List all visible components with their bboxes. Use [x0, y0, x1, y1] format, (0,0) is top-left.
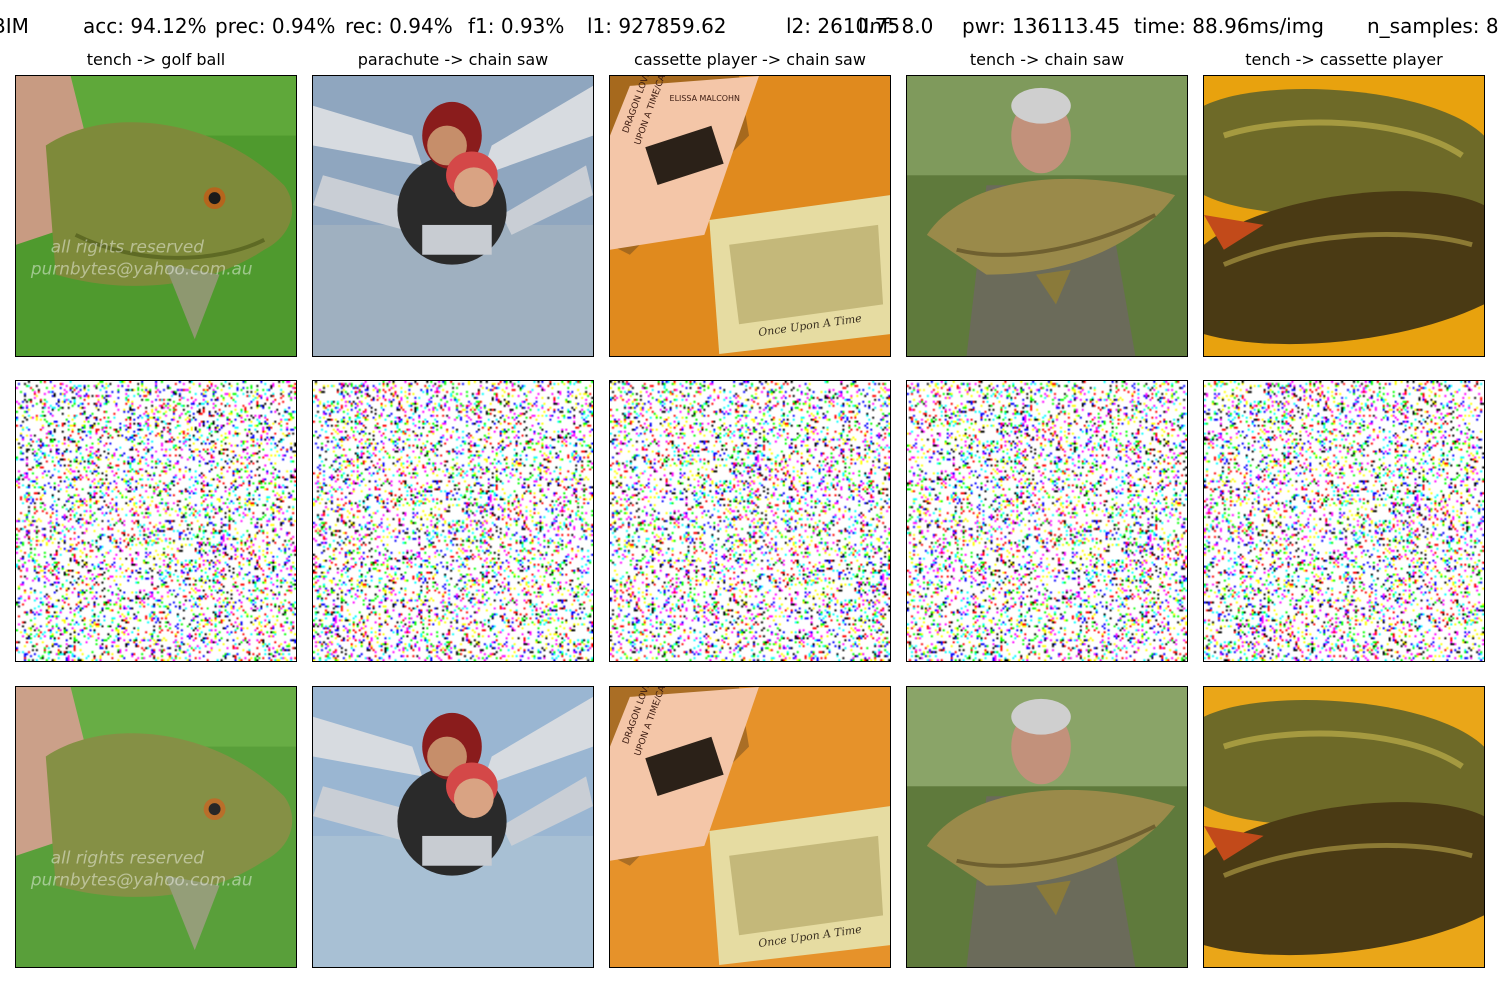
- column-title: tench -> chain saw: [969, 50, 1125, 69]
- column-title: tench -> golf ball: [86, 50, 226, 69]
- carp-man-adversarial-illustration: [907, 687, 1187, 967]
- skydivers-illustration: [313, 76, 593, 356]
- original-image-tench-hand: all rights reserved purnbytes@yahoo.com.…: [15, 75, 297, 357]
- attack-name: BIM: [0, 14, 29, 38]
- original-image-cassette: DRAGON LOVE/ALSSAU UPON A TIME/CARAVAN E…: [609, 75, 891, 357]
- original-image-carp-man: [906, 75, 1188, 357]
- tench-crate-illustration: [1204, 76, 1484, 356]
- adversarial-image-tench-hand: all rights reserved purnbytes@yahoo.com.…: [15, 686, 297, 968]
- fish-in-hand-illustration: all rights reserved purnbytes@yahoo.com.…: [16, 76, 296, 356]
- perturbation-noise-map: [609, 380, 891, 662]
- noise-canvas: [16, 381, 296, 661]
- l1-stat: l1: 927859.62: [587, 14, 727, 38]
- original-image-tench-crate: [1203, 75, 1485, 357]
- noise-canvas: [313, 381, 593, 661]
- column-title: cassette player -> chain saw: [634, 50, 866, 69]
- n-samples-stat: n_samples: 85: [1367, 14, 1500, 38]
- perturbation-noise-map: [312, 380, 594, 662]
- perturbation-noise-map: [906, 380, 1188, 662]
- column-title: tench -> cassette player: [1245, 50, 1443, 69]
- column-title: parachute -> chain saw: [357, 50, 549, 69]
- accuracy-stat: acc: 94.12%: [83, 14, 207, 38]
- carp-man-illustration: [907, 76, 1187, 356]
- perturbation-noise-map: [15, 380, 297, 662]
- tench-crate-adversarial-illustration: [1204, 687, 1484, 967]
- fish-in-hand-adversarial-illustration: all rights reserved purnbytes@yahoo.com.…: [16, 687, 296, 967]
- cassette-adversarial-illustration: DRAGON LOVE/ALSSAU UPON A TIME/CARAVAN O…: [610, 687, 890, 967]
- recall-stat: rec: 0.94%: [345, 14, 453, 38]
- cassette-illustration: DRAGON LOVE/ALSSAU UPON A TIME/CARAVAN E…: [610, 76, 890, 356]
- power-stat: pwr: 136113.45: [962, 14, 1121, 38]
- watermark-text: all rights reserved: [51, 237, 205, 257]
- noise-canvas: [610, 381, 890, 661]
- skydivers-adversarial-illustration: [313, 687, 593, 967]
- adversarial-image-cassette: DRAGON LOVE/ALSSAU UPON A TIME/CARAVAN O…: [609, 686, 891, 968]
- noise-canvas: [1204, 381, 1484, 661]
- precision-stat: prec: 0.94%: [215, 14, 336, 38]
- original-image-skydivers: [312, 75, 594, 357]
- linf-stat: lInf: 8.0: [858, 14, 934, 38]
- adversarial-image-skydivers: [312, 686, 594, 968]
- adversarial-image-carp-man: [906, 686, 1188, 968]
- watermark-text: purnbytes@yahoo.com.au: [30, 259, 253, 279]
- f1-stat: f1: 0.93%: [468, 14, 565, 38]
- cassette-label-text: ELISSA MALCOHN: [670, 94, 740, 103]
- noise-canvas: [907, 381, 1187, 661]
- perturbation-noise-map: [1203, 380, 1485, 662]
- time-stat: time: 88.96ms/img: [1134, 14, 1324, 38]
- adversarial-image-tench-crate: [1203, 686, 1485, 968]
